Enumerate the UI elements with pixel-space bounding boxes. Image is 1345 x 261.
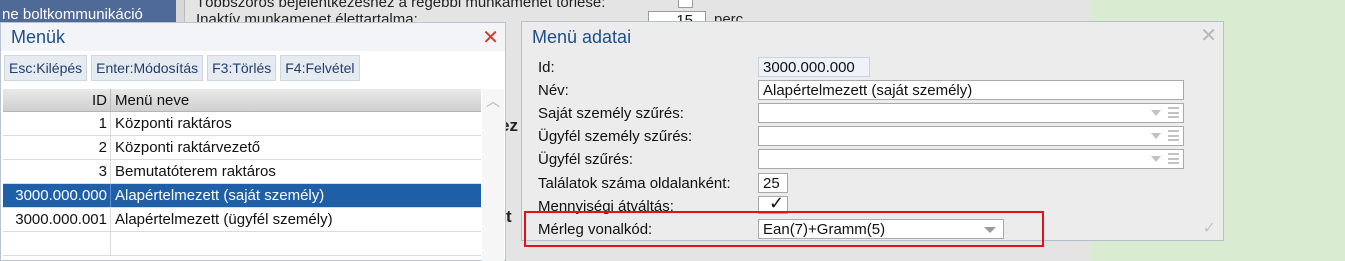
table-row[interactable]: 2 Központi raktárvezető — [3, 136, 481, 160]
own-person-filter-select[interactable] — [758, 103, 1184, 123]
details-title: Menü adatai — [532, 27, 632, 47]
menu-details-window: Menü adatai ✕ Id: 3000.000.000 Név: Alap… — [521, 21, 1224, 247]
modify-button[interactable]: Enter:Módosítás — [91, 55, 204, 81]
list-icon[interactable] — [1168, 130, 1179, 141]
add-button[interactable]: F4:Felvétel — [280, 55, 360, 81]
results-per-page-field[interactable]: 25 — [758, 173, 788, 193]
menus-window: Menük ✕ Esc:Kilépés Enter:Módosítás F3:T… — [0, 22, 506, 261]
confirm-check-icon[interactable]: ✓ — [1203, 218, 1216, 238]
column-header-name[interactable]: Menü neve — [111, 89, 481, 111]
id-field: 3000.000.000 — [758, 57, 870, 77]
chevron-down-icon[interactable] — [1151, 110, 1161, 116]
id-label: Id: — [538, 59, 555, 76]
background-hidden-text-2: t — [506, 207, 512, 226]
menus-table: ID Menü neve 1 Központi raktáros 2 Központ… — [3, 89, 481, 256]
client-filter-select[interactable] — [758, 149, 1184, 169]
row-id: 1 — [3, 112, 111, 135]
background-checkbox[interactable] — [678, 0, 693, 8]
row-name: Központi raktárvezető — [115, 139, 261, 156]
menus-toolbar: Esc:Kilépés Enter:Módosítás F3:Törlés F4… — [4, 55, 360, 81]
client-person-filter-select[interactable] — [758, 126, 1184, 146]
row-name — [111, 232, 481, 255]
row-id — [3, 232, 111, 255]
table-header: ID Menü neve — [3, 89, 481, 112]
row-id: 3 — [3, 160, 111, 183]
client-filter-label: Ügyfél szűrés: — [538, 151, 634, 168]
row-name: Alapértelmezett (saját személy) — [115, 187, 325, 204]
vertical-scrollbar[interactable]: ︿ — [482, 89, 504, 261]
row-id: 2 — [3, 136, 111, 159]
table-row-selected[interactable]: 3000.000.000 Alapértelmezett (saját szemé… — [3, 184, 481, 208]
chevron-down-icon[interactable] — [1151, 133, 1161, 139]
close-icon[interactable]: ✕ — [482, 25, 499, 50]
scroll-up-icon[interactable]: ︿ — [482, 89, 504, 111]
name-field[interactable]: Alapértelmezett (saját személy) — [758, 80, 1184, 100]
column-header-id[interactable]: ID — [3, 89, 111, 111]
background-setting-label-1: Többszörös bejelentkezéshez a régebbi mu… — [196, 0, 606, 11]
chevron-down-icon[interactable] — [1151, 156, 1161, 162]
menus-title: Menük — [11, 27, 66, 47]
name-label: Név: — [538, 82, 569, 99]
own-person-filter-label: Saját személy szűrés: — [538, 105, 684, 122]
row-id: 3000.000.000 — [3, 184, 111, 207]
results-per-page-label: Találatok száma oldalanként: — [538, 175, 731, 192]
row-name: Alapértelmezett (ügyfél személy) — [115, 211, 333, 228]
list-icon[interactable] — [1168, 153, 1179, 164]
row-name: Bemutatóterem raktáros — [115, 163, 276, 180]
list-icon[interactable] — [1168, 107, 1179, 118]
table-row[interactable]: 3000.000.001 Alapértelmezett (ügyfél szem… — [3, 208, 481, 232]
menus-titlebar: Menük — [1, 23, 505, 51]
delete-button[interactable]: F3:Törlés — [207, 55, 277, 81]
exit-button[interactable]: Esc:Kilépés — [4, 55, 88, 81]
table-row[interactable]: 1 Központi raktáros — [3, 112, 481, 136]
close-icon[interactable]: ✕ — [1200, 23, 1217, 48]
table-row-empty[interactable] — [3, 232, 481, 256]
highlight-box — [524, 211, 1044, 247]
client-person-filter-label: Ügyfél személy szűrés: — [538, 128, 693, 145]
row-id: 3000.000.001 — [3, 208, 111, 231]
table-row[interactable]: 3 Bemutatóterem raktáros — [3, 160, 481, 184]
row-name: Központi raktáros — [115, 115, 232, 132]
